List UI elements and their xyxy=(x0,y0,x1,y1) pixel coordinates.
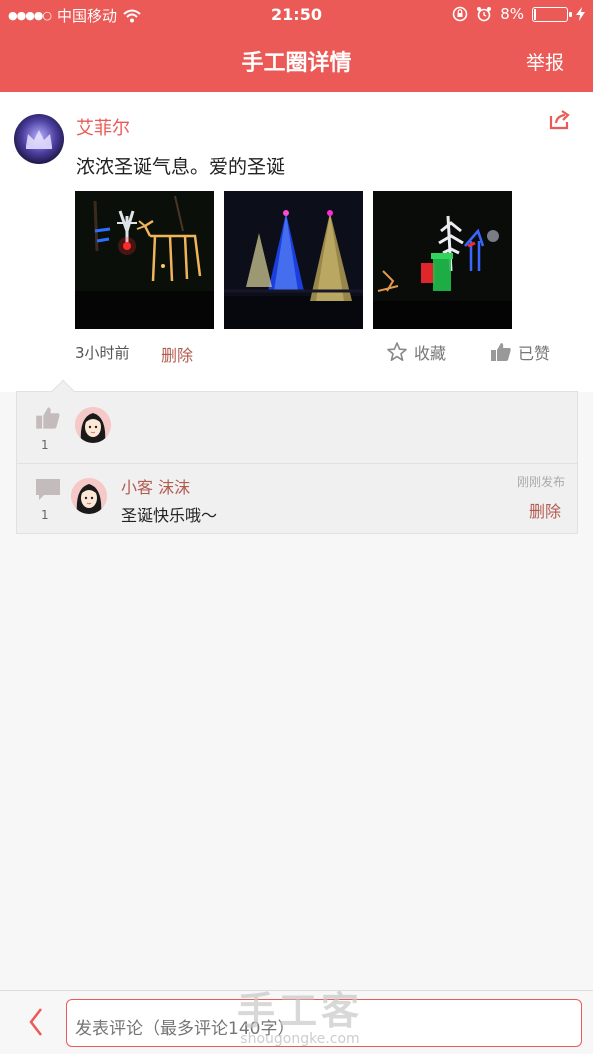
likes-row: 1 xyxy=(17,392,577,464)
orientation-lock-icon xyxy=(452,6,468,22)
collect-label: 收藏 xyxy=(414,344,447,363)
comment-text: 圣诞快乐哦～ xyxy=(121,506,218,525)
commenter-avatar[interactable] xyxy=(71,478,107,514)
share-icon[interactable] xyxy=(549,110,571,130)
delete-post-button[interactable]: 删除 xyxy=(161,342,193,366)
delete-comment-button[interactable]: 删除 xyxy=(529,498,561,522)
thumbs-up-icon xyxy=(36,407,60,429)
comment-bubble-icon xyxy=(36,479,60,500)
nav-bar: 手工圈详情 举报 xyxy=(0,30,593,92)
battery-level xyxy=(534,8,536,20)
likes-count: 1 xyxy=(41,438,49,452)
thumbs-up-icon xyxy=(491,343,511,361)
status-bar: ●●●●○ 中国移动 21:50 8% xyxy=(0,0,593,30)
post-time: 3小时前 xyxy=(75,344,130,362)
charging-icon xyxy=(576,7,585,21)
comment-bar xyxy=(0,990,593,1054)
christmas-trees-lights-photo[interactable] xyxy=(224,191,363,329)
liker-avatar[interactable] xyxy=(75,407,111,443)
star-icon xyxy=(387,342,407,361)
collect-button[interactable]: 收藏 xyxy=(386,340,446,364)
battery-percent: 8% xyxy=(500,5,524,23)
post-card: 艾菲尔 浓浓圣诞气息。爱的圣诞 3小时前 删除 收藏 已赞 xyxy=(0,92,593,392)
battery-icon xyxy=(532,6,572,22)
like-button[interactable]: 已赞 xyxy=(490,340,550,364)
post-content: 浓浓圣诞气息。爱的圣诞 xyxy=(76,156,286,178)
christmas-reindeer-lights-photo[interactable] xyxy=(75,191,214,329)
comment-input[interactable] xyxy=(66,999,582,1047)
post-username[interactable]: 艾菲尔 xyxy=(76,114,130,140)
user-avatar[interactable] xyxy=(14,114,64,164)
alarm-icon xyxy=(477,7,492,22)
commenter-name[interactable]: 小客 沫沫 xyxy=(121,474,190,498)
crown-icon xyxy=(26,130,52,149)
interaction-panel: 1 1 小客 沫沫 圣诞快乐哦～ 刚刚发布 删除 xyxy=(16,379,578,534)
report-button[interactable]: 举报 xyxy=(526,48,564,75)
comments-count: 1 xyxy=(41,508,49,522)
comment-time: 刚刚发布 xyxy=(516,475,565,489)
liked-label: 已赞 xyxy=(518,344,551,363)
comment-item: 1 小客 沫沫 圣诞快乐哦～ 刚刚发布 删除 xyxy=(17,464,577,534)
page-title: 手工圈详情 xyxy=(241,51,352,76)
back-arrow-icon[interactable] xyxy=(28,1007,44,1037)
status-right: 8% xyxy=(452,5,585,23)
christmas-garden-lights-photo[interactable] xyxy=(373,191,512,329)
photo-gallery xyxy=(75,191,512,329)
